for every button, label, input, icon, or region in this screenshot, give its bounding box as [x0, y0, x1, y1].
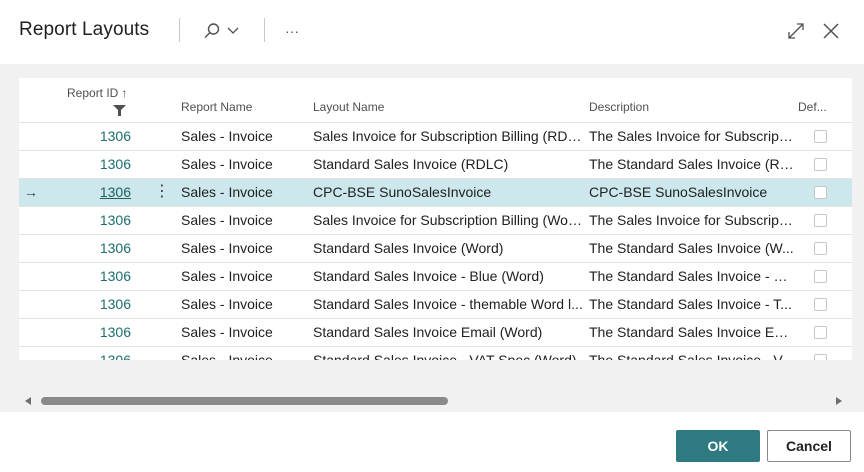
dialog-header: Report Layouts ···: [0, 0, 864, 64]
filter-icon[interactable]: [113, 103, 126, 121]
chevron-down-icon: [227, 27, 239, 35]
default-checkbox[interactable]: [814, 158, 827, 171]
ok-button[interactable]: OK: [676, 430, 760, 462]
search-icon: [203, 22, 221, 40]
column-header-layout-name[interactable]: Layout Name: [313, 100, 384, 114]
column-header-report-name[interactable]: Report Name: [181, 100, 252, 114]
cell-description: The Standard Sales Invoice Em...: [589, 324, 794, 340]
cell-layout-name: Sales Invoice for Subscription Billing (…: [313, 128, 585, 144]
cell-report-id[interactable]: 1306: [79, 347, 131, 360]
cell-description: The Standard Sales Invoice (W...: [589, 240, 794, 256]
cell-report-name: Sales - Invoice: [181, 296, 273, 312]
horizontal-scrollbar[interactable]: [19, 396, 852, 408]
cell-description: CPC-BSE SunoSalesInvoice: [589, 184, 768, 200]
cell-layout-name: Standard Sales Invoice - VAT Spec (Word): [313, 352, 577, 360]
cell-layout-name: Standard Sales Invoice - themable Word l…: [313, 296, 583, 312]
cell-report-id[interactable]: 1306: [79, 263, 131, 290]
scroll-left-arrow-icon[interactable]: [25, 397, 31, 405]
table-row[interactable]: 1306 Sales - Invoice Sales Invoice for Sub…: [19, 122, 852, 150]
default-checkbox[interactable]: [814, 186, 827, 199]
cell-report-name: Sales - Invoice: [181, 268, 273, 284]
cell-description: The Sales Invoice for Subscripti...: [589, 212, 794, 228]
default-checkbox[interactable]: [814, 326, 827, 339]
current-row-arrow-icon: →: [24, 184, 38, 200]
expand-button[interactable]: [787, 16, 805, 46]
report-layouts-grid: Report ID ↑ Report Name Layout Name Descr…: [19, 78, 852, 360]
close-icon: [822, 22, 840, 40]
default-checkbox[interactable]: [814, 242, 827, 255]
default-checkbox[interactable]: [814, 354, 827, 360]
column-header-report-id-label: Report ID: [67, 86, 119, 100]
cancel-button[interactable]: Cancel: [767, 430, 851, 462]
column-header-default[interactable]: Def...: [798, 100, 827, 114]
cell-report-name: Sales - Invoice: [181, 212, 273, 228]
expand-icon: [787, 22, 805, 40]
dialog-title: Report Layouts: [19, 19, 150, 40]
scrollbar-thumb[interactable]: [41, 397, 448, 405]
more-options-button[interactable]: ···: [285, 16, 299, 46]
cell-description: The Sales Invoice for Subscripti...: [589, 128, 794, 144]
search-button[interactable]: [203, 16, 239, 46]
cell-report-name: Sales - Invoice: [181, 324, 273, 340]
table-row[interactable]: 1306 Sales - Invoice Standard Sales Invoic…: [19, 290, 852, 318]
table-row[interactable]: 1306 Sales - Invoice Standard Sales Invoic…: [19, 150, 852, 178]
scroll-right-arrow-icon[interactable]: [836, 397, 842, 405]
default-checkbox[interactable]: [814, 214, 827, 227]
cell-report-id[interactable]: 1306: [79, 291, 131, 318]
cell-description: The Standard Sales Invoice - T...: [589, 296, 792, 312]
cell-layout-name: Standard Sales Invoice (RDLC): [313, 156, 509, 172]
close-button[interactable]: [822, 16, 840, 46]
cell-report-name: Sales - Invoice: [181, 184, 273, 200]
cell-report-name: Sales - Invoice: [181, 128, 273, 144]
sort-ascending-icon: ↑: [121, 86, 128, 100]
cell-report-id[interactable]: 1306: [79, 207, 131, 234]
cell-report-id[interactable]: 1306: [79, 123, 131, 150]
cell-layout-name: Sales Invoice for Subscription Billing (…: [313, 212, 585, 228]
table-row[interactable]: 1306 Sales - Invoice Sales Invoice for Sub…: [19, 206, 852, 234]
cell-layout-name: Standard Sales Invoice Email (Word): [313, 324, 543, 340]
table-row[interactable]: 1306 Sales - Invoice Standard Sales Invoic…: [19, 346, 852, 360]
column-headers: Report ID ↑ Report Name Layout Name Descr…: [19, 78, 852, 122]
cell-report-name: Sales - Invoice: [181, 156, 273, 172]
cell-layout-name: Standard Sales Invoice - Blue (Word): [313, 268, 544, 284]
cell-layout-name: Standard Sales Invoice (Word): [313, 240, 504, 256]
grid-area: Report ID ↑ Report Name Layout Name Descr…: [0, 64, 864, 412]
default-checkbox[interactable]: [814, 298, 827, 311]
default-checkbox[interactable]: [814, 130, 827, 143]
cell-description: The Standard Sales Invoice - V...: [589, 352, 794, 360]
table-row[interactable]: 1306 Sales - Invoice Standard Sales Invoic…: [19, 262, 852, 290]
table-row[interactable]: 1306 Sales - Invoice Standard Sales Invoic…: [19, 234, 852, 262]
cell-report-id[interactable]: 1306: [79, 235, 131, 262]
cell-report-name: Sales - Invoice: [181, 240, 273, 256]
cell-description: The Standard Sales Invoice - Bl...: [589, 268, 794, 284]
cell-report-name: Sales - Invoice: [181, 352, 273, 360]
default-checkbox[interactable]: [814, 270, 827, 283]
column-header-description[interactable]: Description: [589, 100, 649, 114]
cell-report-id[interactable]: 1306: [79, 319, 131, 346]
cell-report-id[interactable]: 1306: [79, 179, 131, 206]
column-header-report-id[interactable]: Report ID ↑: [67, 86, 127, 100]
table-row[interactable]: → ⋮ 1306 Sales - Invoice CPC-BSE SunoSalesIn…: [19, 178, 852, 206]
header-divider: [179, 18, 180, 42]
header-divider: [264, 18, 265, 42]
cell-description: The Standard Sales Invoice (RD...: [589, 156, 794, 172]
row-actions-icon[interactable]: ⋮: [154, 179, 170, 206]
cell-report-id[interactable]: 1306: [79, 151, 131, 178]
cell-layout-name: CPC-BSE SunoSalesInvoice: [313, 184, 492, 200]
table-row[interactable]: 1306 Sales - Invoice Standard Sales Invoic…: [19, 318, 852, 346]
